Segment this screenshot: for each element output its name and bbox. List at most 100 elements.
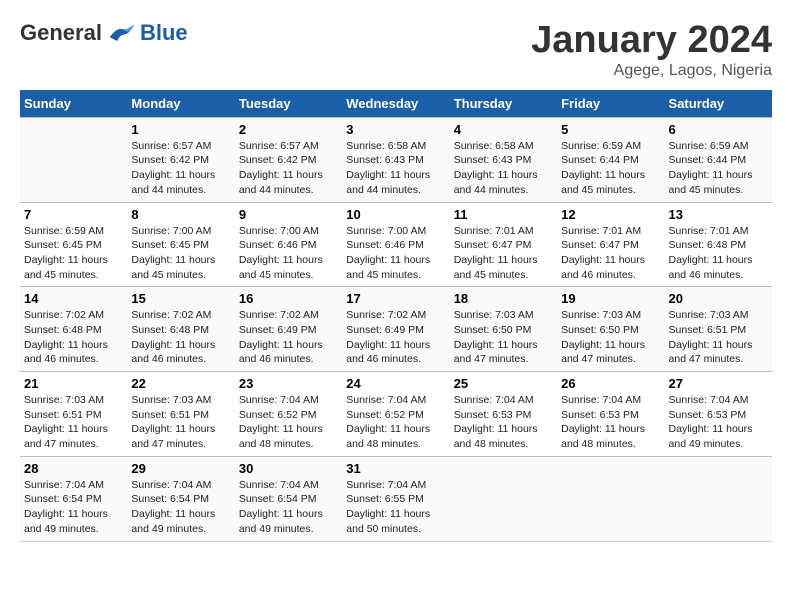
daylight-text: Daylight: 11 hours and 45 minutes. (346, 253, 445, 282)
day-cell: 18Sunrise: 7:03 AMSunset: 6:50 PMDayligh… (450, 287, 557, 372)
sunrise-text: Sunrise: 6:59 AM (561, 139, 660, 154)
day-number: 16 (239, 291, 338, 306)
day-info: Sunrise: 6:57 AMSunset: 6:42 PMDaylight:… (131, 139, 230, 198)
day-number: 13 (669, 207, 768, 222)
daylight-text: Daylight: 11 hours and 46 minutes. (669, 253, 768, 282)
daylight-text: Daylight: 11 hours and 44 minutes. (131, 168, 230, 197)
day-cell: 11Sunrise: 7:01 AMSunset: 6:47 PMDayligh… (450, 202, 557, 287)
day-cell (20, 117, 127, 202)
daylight-text: Daylight: 11 hours and 49 minutes. (24, 507, 123, 536)
sunset-text: Sunset: 6:51 PM (24, 408, 123, 423)
daylight-text: Daylight: 11 hours and 46 minutes. (239, 338, 338, 367)
day-info: Sunrise: 6:58 AMSunset: 6:43 PMDaylight:… (346, 139, 445, 198)
day-number: 19 (561, 291, 660, 306)
day-info: Sunrise: 7:00 AMSunset: 6:46 PMDaylight:… (239, 224, 338, 283)
sunset-text: Sunset: 6:42 PM (239, 153, 338, 168)
day-number: 30 (239, 461, 338, 476)
daylight-text: Daylight: 11 hours and 44 minutes. (454, 168, 553, 197)
header-wednesday: Wednesday (342, 90, 449, 118)
day-number: 1 (131, 122, 230, 137)
daylight-text: Daylight: 11 hours and 46 minutes. (24, 338, 123, 367)
day-number: 14 (24, 291, 123, 306)
sunset-text: Sunset: 6:54 PM (239, 492, 338, 507)
sunrise-text: Sunrise: 7:03 AM (131, 393, 230, 408)
day-info: Sunrise: 7:04 AMSunset: 6:54 PMDaylight:… (131, 478, 230, 537)
day-cell: 20 Sunrise: 7:03 AMSunset: 6:51 PMDayligh… (665, 287, 772, 372)
day-cell (450, 456, 557, 541)
day-cell: 22 Sunrise: 7:03 AMSunset: 6:51 PMDayligh… (127, 372, 234, 457)
day-cell: 2Sunrise: 6:57 AMSunset: 6:42 PMDaylight… (235, 117, 342, 202)
sunset-text: Sunset: 6:43 PM (346, 153, 445, 168)
day-number: 22 (131, 376, 230, 391)
daylight-text: Daylight: 11 hours and 45 minutes. (24, 253, 123, 282)
daylight-text: Daylight: 11 hours and 48 minutes. (561, 422, 660, 451)
day-cell: 24Sunrise: 7:04 AMSunset: 6:52 PMDayligh… (342, 372, 449, 457)
sunset-text: Sunset: 6:52 PM (239, 408, 338, 423)
day-cell: 14Sunrise: 7:02 AMSunset: 6:48 PMDayligh… (20, 287, 127, 372)
day-number: 20 (669, 291, 768, 306)
daylight-text: Daylight: 11 hours and 49 minutes. (239, 507, 338, 536)
sunrise-text: Sunrise: 7:00 AM (131, 224, 230, 239)
day-info: Sunrise: 7:04 AMSunset: 6:54 PMDaylight:… (239, 478, 338, 537)
daylight-text: Daylight: 11 hours and 47 minutes. (131, 422, 230, 451)
day-number: 4 (454, 122, 553, 137)
day-number: 25 (454, 376, 553, 391)
day-info: Sunrise: 7:04 AMSunset: 6:52 PMDaylight:… (239, 393, 338, 452)
day-cell: 9 Sunrise: 7:00 AMSunset: 6:46 PMDaylight… (235, 202, 342, 287)
day-info: Sunrise: 6:58 AMSunset: 6:43 PMDaylight:… (454, 139, 553, 198)
day-cell: 29Sunrise: 7:04 AMSunset: 6:54 PMDayligh… (127, 456, 234, 541)
sunset-text: Sunset: 6:50 PM (561, 323, 660, 338)
sunrise-text: Sunrise: 7:04 AM (346, 393, 445, 408)
day-cell: 7Sunrise: 6:59 AMSunset: 6:45 PMDaylight… (20, 202, 127, 287)
day-info: Sunrise: 7:03 AMSunset: 6:51 PMDaylight:… (24, 393, 123, 452)
sunset-text: Sunset: 6:47 PM (561, 238, 660, 253)
page-header: General Blue January 2024 Agege, Lagos, … (20, 20, 772, 80)
day-info: Sunrise: 7:03 AMSunset: 6:51 PMDaylight:… (669, 308, 768, 367)
daylight-text: Daylight: 11 hours and 49 minutes. (669, 422, 768, 451)
sunrise-text: Sunrise: 7:02 AM (131, 308, 230, 323)
sunrise-text: Sunrise: 7:03 AM (454, 308, 553, 323)
day-info: Sunrise: 6:59 AMSunset: 6:44 PMDaylight:… (561, 139, 660, 198)
day-cell: 5Sunrise: 6:59 AMSunset: 6:44 PMDaylight… (557, 117, 664, 202)
sunrise-text: Sunrise: 7:03 AM (24, 393, 123, 408)
day-number: 18 (454, 291, 553, 306)
day-number: 21 (24, 376, 123, 391)
sunrise-text: Sunrise: 6:58 AM (346, 139, 445, 154)
location: Agege, Lagos, Nigeria (531, 62, 772, 80)
week-row-1: 1Sunrise: 6:57 AMSunset: 6:42 PMDaylight… (20, 117, 772, 202)
sunrise-text: Sunrise: 7:04 AM (239, 478, 338, 493)
sunrise-text: Sunrise: 7:03 AM (669, 308, 768, 323)
sunset-text: Sunset: 6:55 PM (346, 492, 445, 507)
sunrise-text: Sunrise: 6:59 AM (669, 139, 768, 154)
sunrise-text: Sunrise: 7:04 AM (346, 478, 445, 493)
daylight-text: Daylight: 11 hours and 47 minutes. (454, 338, 553, 367)
header-row: SundayMondayTuesdayWednesdayThursdayFrid… (20, 90, 772, 118)
day-info: Sunrise: 7:03 AMSunset: 6:51 PMDaylight:… (131, 393, 230, 452)
day-info: Sunrise: 7:04 AMSunset: 6:53 PMDaylight:… (454, 393, 553, 452)
day-info: Sunrise: 7:00 AMSunset: 6:46 PMDaylight:… (346, 224, 445, 283)
sunrise-text: Sunrise: 7:02 AM (346, 308, 445, 323)
sunset-text: Sunset: 6:48 PM (669, 238, 768, 253)
day-number: 9 (239, 207, 338, 222)
day-number: 12 (561, 207, 660, 222)
sunrise-text: Sunrise: 6:59 AM (24, 224, 123, 239)
daylight-text: Daylight: 11 hours and 45 minutes. (669, 168, 768, 197)
day-number: 31 (346, 461, 445, 476)
sunrise-text: Sunrise: 7:02 AM (24, 308, 123, 323)
day-cell: 6Sunrise: 6:59 AMSunset: 6:44 PMDaylight… (665, 117, 772, 202)
day-cell: 15Sunrise: 7:02 AMSunset: 6:48 PMDayligh… (127, 287, 234, 372)
day-info: Sunrise: 7:00 AMSunset: 6:45 PMDaylight:… (131, 224, 230, 283)
sunrise-text: Sunrise: 6:57 AM (239, 139, 338, 154)
logo-blue: Blue (140, 20, 188, 46)
day-info: Sunrise: 7:02 AMSunset: 6:48 PMDaylight:… (131, 308, 230, 367)
sunset-text: Sunset: 6:51 PM (131, 408, 230, 423)
sunset-text: Sunset: 6:53 PM (669, 408, 768, 423)
day-number: 7 (24, 207, 123, 222)
day-cell: 4 Sunrise: 6:58 AMSunset: 6:43 PMDaylight… (450, 117, 557, 202)
week-row-5: 28Sunrise: 7:04 AMSunset: 6:54 PMDayligh… (20, 456, 772, 541)
sunset-text: Sunset: 6:47 PM (454, 238, 553, 253)
daylight-text: Daylight: 11 hours and 48 minutes. (454, 422, 553, 451)
logo-bird-icon (106, 21, 136, 46)
sunset-text: Sunset: 6:43 PM (454, 153, 553, 168)
sunset-text: Sunset: 6:48 PM (131, 323, 230, 338)
